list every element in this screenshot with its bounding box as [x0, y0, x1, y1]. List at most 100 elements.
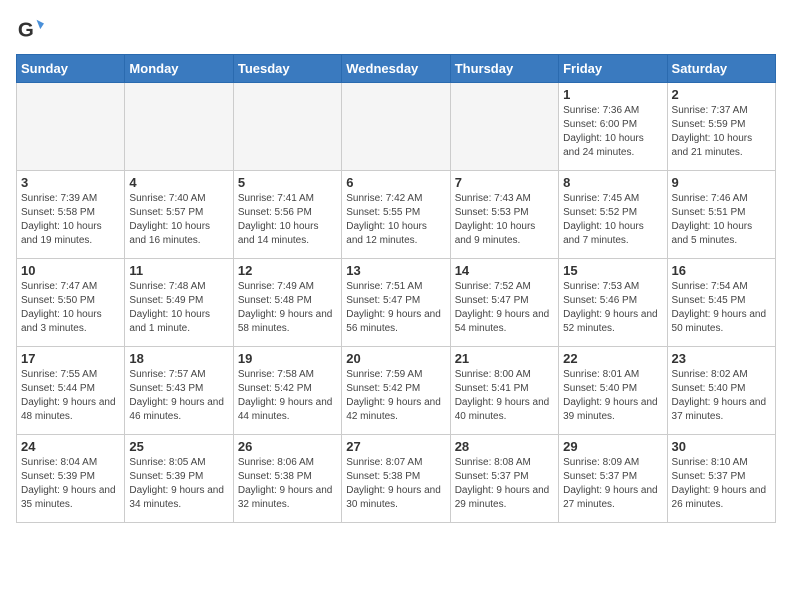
calendar-cell: 16Sunrise: 7:54 AM Sunset: 5:45 PM Dayli…: [667, 259, 775, 347]
calendar-cell: 13 Sunrise: 7:51 AM Sunset: 5:47 PM Dayli…: [342, 259, 450, 347]
calendar-header-thursday: Thursday: [450, 55, 558, 83]
day-number: 4: [129, 175, 228, 190]
day-info: Sunrise: 7:59 AM Sunset: 5:42 PM Dayligh…: [346, 368, 445, 424]
day-number: 8: [563, 175, 662, 190]
day-number: 19: [238, 351, 337, 366]
calendar-cell: 4 Sunrise: 7:40 AM Sunset: 5:57 PM Daylig…: [125, 171, 233, 259]
day-number: 24: [21, 439, 120, 454]
calendar-cell: 9 Sunrise: 7:46 AM Sunset: 5:51 PM Daylig…: [667, 171, 775, 259]
day-number: 17: [21, 351, 120, 366]
calendar-cell: 8 Sunrise: 7:45 AM Sunset: 5:52 PM Daylig…: [559, 171, 667, 259]
logo-icon: G: [16, 16, 44, 44]
day-number: 12: [238, 263, 337, 278]
calendar-cell: 23Sunrise: 8:02 AM Sunset: 5:40 PM Dayli…: [667, 347, 775, 435]
calendar-cell: 25 Sunrise: 8:05 AM Sunset: 5:39 PM Dayli…: [125, 435, 233, 523]
day-number: 16: [672, 263, 771, 278]
calendar-body: 1 Sunrise: 7:36 AM Sunset: 6:00 PM Daylig…: [17, 83, 776, 523]
day-number: 22: [563, 351, 662, 366]
day-info: Sunrise: 7:52 AM Sunset: 5:47 PM Dayligh…: [455, 280, 554, 336]
day-number: 21: [455, 351, 554, 366]
day-info: Sunrise: 7:58 AM Sunset: 5:42 PM Dayligh…: [238, 368, 337, 424]
day-number: 3: [21, 175, 120, 190]
calendar-cell: 3 Sunrise: 7:39 AM Sunset: 5:58 PM Daylig…: [17, 171, 125, 259]
calendar-cell: 17Sunrise: 7:55 AM Sunset: 5:44 PM Dayli…: [17, 347, 125, 435]
day-number: 10: [21, 263, 120, 278]
calendar-cell: 7 Sunrise: 7:43 AM Sunset: 5:53 PM Daylig…: [450, 171, 558, 259]
calendar-cell: 20 Sunrise: 7:59 AM Sunset: 5:42 PM Dayli…: [342, 347, 450, 435]
day-number: 13: [346, 263, 445, 278]
day-number: 9: [672, 175, 771, 190]
day-number: 6: [346, 175, 445, 190]
calendar-cell: 18Sunrise: 7:57 AM Sunset: 5:43 PM Dayli…: [125, 347, 233, 435]
calendar-cell: 30 Sunrise: 8:10 AM Sunset: 5:37 PM Dayli…: [667, 435, 775, 523]
day-info: Sunrise: 8:04 AM Sunset: 5:39 PM Dayligh…: [21, 456, 120, 512]
day-number: 27: [346, 439, 445, 454]
day-info: Sunrise: 7:42 AM Sunset: 5:55 PM Dayligh…: [346, 192, 445, 248]
day-info: Sunrise: 7:47 AM Sunset: 5:50 PM Dayligh…: [21, 280, 120, 336]
calendar-cell: 24 Sunrise: 8:04 AM Sunset: 5:39 PM Dayli…: [17, 435, 125, 523]
day-number: 11: [129, 263, 228, 278]
day-info: Sunrise: 8:00 AM Sunset: 5:41 PM Dayligh…: [455, 368, 554, 424]
calendar-header-sunday: Sunday: [17, 55, 125, 83]
calendar-cell: 19 Sunrise: 7:58 AM Sunset: 5:42 PM Dayli…: [233, 347, 341, 435]
calendar-cell: [233, 83, 341, 171]
calendar-cell: 22 Sunrise: 8:01 AM Sunset: 5:40 PM Dayli…: [559, 347, 667, 435]
day-info: Sunrise: 7:45 AM Sunset: 5:52 PM Dayligh…: [563, 192, 662, 248]
calendar-cell: 14Sunrise: 7:52 AM Sunset: 5:47 PM Dayli…: [450, 259, 558, 347]
day-info: Sunrise: 7:46 AM Sunset: 5:51 PM Dayligh…: [672, 192, 771, 248]
calendar-cell: 5 Sunrise: 7:41 AM Sunset: 5:56 PM Daylig…: [233, 171, 341, 259]
calendar-cell: 1 Sunrise: 7:36 AM Sunset: 6:00 PM Daylig…: [559, 83, 667, 171]
day-number: 1: [563, 87, 662, 102]
day-info: Sunrise: 7:53 AM Sunset: 5:46 PM Dayligh…: [563, 280, 662, 336]
calendar-week-4: 24 Sunrise: 8:04 AM Sunset: 5:39 PM Dayli…: [17, 435, 776, 523]
calendar-cell: 15 Sunrise: 7:53 AM Sunset: 5:46 PM Dayli…: [559, 259, 667, 347]
calendar-week-0: 1 Sunrise: 7:36 AM Sunset: 6:00 PM Daylig…: [17, 83, 776, 171]
calendar-week-1: 3 Sunrise: 7:39 AM Sunset: 5:58 PM Daylig…: [17, 171, 776, 259]
day-info: Sunrise: 7:40 AM Sunset: 5:57 PM Dayligh…: [129, 192, 228, 248]
day-info: Sunrise: 8:07 AM Sunset: 5:38 PM Dayligh…: [346, 456, 445, 512]
calendar-cell: 26 Sunrise: 8:06 AM Sunset: 5:38 PM Dayli…: [233, 435, 341, 523]
day-info: Sunrise: 7:39 AM Sunset: 5:58 PM Dayligh…: [21, 192, 120, 248]
calendar-header-tuesday: Tuesday: [233, 55, 341, 83]
day-info: Sunrise: 7:41 AM Sunset: 5:56 PM Dayligh…: [238, 192, 337, 248]
calendar-cell: 11 Sunrise: 7:48 AM Sunset: 5:49 PM Dayli…: [125, 259, 233, 347]
calendar-cell: [342, 83, 450, 171]
day-info: Sunrise: 7:36 AM Sunset: 6:00 PM Dayligh…: [563, 104, 662, 160]
day-number: 7: [455, 175, 554, 190]
calendar-cell: 28 Sunrise: 8:08 AM Sunset: 5:37 PM Dayli…: [450, 435, 558, 523]
day-number: 2: [672, 87, 771, 102]
calendar-cell: [125, 83, 233, 171]
calendar-table: SundayMondayTuesdayWednesdayThursdayFrid…: [16, 54, 776, 523]
day-info: Sunrise: 8:09 AM Sunset: 5:37 PM Dayligh…: [563, 456, 662, 512]
calendar-cell: 29 Sunrise: 8:09 AM Sunset: 5:37 PM Dayli…: [559, 435, 667, 523]
day-number: 25: [129, 439, 228, 454]
day-info: Sunrise: 7:51 AM Sunset: 5:47 PM Dayligh…: [346, 280, 445, 336]
calendar-cell: 27 Sunrise: 8:07 AM Sunset: 5:38 PM Dayli…: [342, 435, 450, 523]
day-number: 26: [238, 439, 337, 454]
day-info: Sunrise: 7:43 AM Sunset: 5:53 PM Dayligh…: [455, 192, 554, 248]
calendar-cell: [17, 83, 125, 171]
calendar-cell: 6 Sunrise: 7:42 AM Sunset: 5:55 PM Daylig…: [342, 171, 450, 259]
day-info: Sunrise: 8:08 AM Sunset: 5:37 PM Dayligh…: [455, 456, 554, 512]
day-number: 15: [563, 263, 662, 278]
day-info: Sunrise: 8:01 AM Sunset: 5:40 PM Dayligh…: [563, 368, 662, 424]
svg-text:G: G: [18, 19, 34, 42]
day-number: 23: [672, 351, 771, 366]
calendar-header-friday: Friday: [559, 55, 667, 83]
day-info: Sunrise: 8:10 AM Sunset: 5:37 PM Dayligh…: [672, 456, 771, 512]
day-info: Sunrise: 8:06 AM Sunset: 5:38 PM Dayligh…: [238, 456, 337, 512]
calendar-header-row: SundayMondayTuesdayWednesdayThursdayFrid…: [17, 55, 776, 83]
day-number: 28: [455, 439, 554, 454]
day-number: 29: [563, 439, 662, 454]
calendar-header-saturday: Saturday: [667, 55, 775, 83]
calendar-week-2: 10 Sunrise: 7:47 AM Sunset: 5:50 PM Dayli…: [17, 259, 776, 347]
day-number: 30: [672, 439, 771, 454]
calendar-cell: 2 Sunrise: 7:37 AM Sunset: 5:59 PM Daylig…: [667, 83, 775, 171]
calendar-cell: 12Sunrise: 7:49 AM Sunset: 5:48 PM Dayli…: [233, 259, 341, 347]
day-number: 20: [346, 351, 445, 366]
day-info: Sunrise: 8:05 AM Sunset: 5:39 PM Dayligh…: [129, 456, 228, 512]
day-number: 5: [238, 175, 337, 190]
calendar-cell: [450, 83, 558, 171]
day-info: Sunrise: 7:48 AM Sunset: 5:49 PM Dayligh…: [129, 280, 228, 336]
day-info: Sunrise: 7:37 AM Sunset: 5:59 PM Dayligh…: [672, 104, 771, 160]
